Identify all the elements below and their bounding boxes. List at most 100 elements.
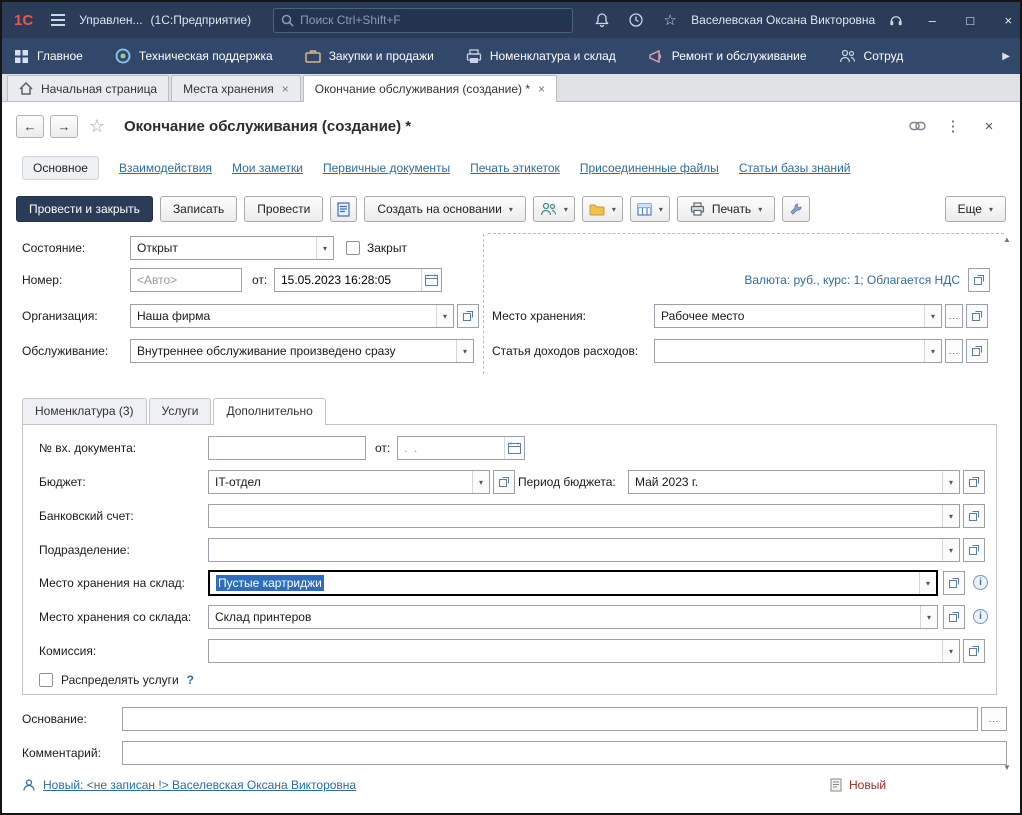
to-storage-value[interactable]: Пустые картриджи xyxy=(210,572,919,594)
closed-checkbox[interactable] xyxy=(346,241,360,255)
basis-choose-button[interactable]: ... xyxy=(981,707,1007,731)
dropdown-icon[interactable]: ▾ xyxy=(924,305,941,327)
dropdown-icon[interactable]: ▾ xyxy=(919,572,936,594)
state-field[interactable]: Открыт ▾ xyxy=(130,236,334,260)
dropdown-icon[interactable]: ▾ xyxy=(942,505,959,527)
nav-label-printing[interactable]: Печать этикеток xyxy=(470,161,560,175)
tab-storage-places[interactable]: Места хранения × xyxy=(171,75,301,101)
favorites-button[interactable]: ☆ xyxy=(657,7,683,33)
budget-period-open-button[interactable] xyxy=(963,470,985,494)
support-button[interactable] xyxy=(883,7,909,33)
storage-place-value[interactable]: Рабочее место xyxy=(655,305,924,327)
close-window-button[interactable]: × xyxy=(993,7,1022,33)
history-button[interactable] xyxy=(623,7,649,33)
service-field[interactable]: Внутреннее обслуживание произведено сраз… xyxy=(130,339,474,363)
tab-home[interactable]: Начальная страница xyxy=(7,75,169,101)
nav-main[interactable]: Основное xyxy=(22,156,99,180)
number-input[interactable] xyxy=(130,268,242,292)
write-button[interactable]: Записать xyxy=(160,196,237,222)
calendar-button[interactable] xyxy=(504,437,524,459)
help-question-link[interactable]: ? xyxy=(187,673,194,687)
dropdown-icon[interactable]: ▾ xyxy=(316,237,333,259)
dropdown-icon[interactable]: ▾ xyxy=(942,539,959,561)
organization-field[interactable]: Наша фирма ▾ xyxy=(130,304,454,328)
scroll-down-button[interactable]: ▼ xyxy=(1003,764,1011,772)
posting-report-button[interactable] xyxy=(330,196,357,222)
section-repair-service[interactable]: Ремонт и обслуживание xyxy=(648,49,807,64)
scroll-up-button[interactable]: ▲ xyxy=(1003,236,1011,244)
info-icon[interactable]: i xyxy=(973,575,988,590)
notifications-button[interactable] xyxy=(589,7,615,33)
income-item-open-button[interactable] xyxy=(966,339,988,363)
section-main[interactable]: Главное xyxy=(14,49,83,64)
section-nomenclature-warehouse[interactable]: Номенклатура и склад xyxy=(466,49,616,64)
dropdown-icon[interactable]: ▾ xyxy=(920,606,937,628)
incoming-date-field[interactable] xyxy=(397,436,525,460)
nav-my-notes[interactable]: Мои заметки xyxy=(232,161,303,175)
current-user-name[interactable]: Васелевская Оксана Викторовна xyxy=(691,13,875,27)
from-storage-field[interactable]: Склад принтеров ▾ xyxy=(208,605,938,629)
organization-open-button[interactable] xyxy=(457,304,479,328)
state-value[interactable]: Открыт xyxy=(131,237,316,259)
dropdown-icon[interactable]: ▾ xyxy=(472,471,489,493)
incoming-doc-input[interactable] xyxy=(208,436,366,460)
to-storage-open-button[interactable] xyxy=(943,571,965,595)
forward-button[interactable]: → xyxy=(50,115,78,138)
budget-period-value[interactable]: Май 2023 г. xyxy=(629,471,942,493)
division-open-button[interactable] xyxy=(963,538,985,562)
income-item-value[interactable] xyxy=(655,340,924,362)
commission-field[interactable]: ▾ xyxy=(208,639,960,663)
close-form-button[interactable]: × xyxy=(976,114,1002,138)
more-actions-button[interactable]: Еще ▾ xyxy=(945,196,1006,222)
to-storage-field-focused[interactable]: Пустые картриджи ▾ xyxy=(208,570,938,596)
commission-value[interactable] xyxy=(209,640,942,662)
storage-place-list-button[interactable]: ... xyxy=(945,304,963,328)
info-icon[interactable]: i xyxy=(973,609,988,624)
form-menu-button[interactable]: ⋮ xyxy=(940,114,966,138)
service-value[interactable]: Внутреннее обслуживание произведено сраз… xyxy=(131,340,456,362)
division-field[interactable]: ▾ xyxy=(208,538,960,562)
bank-account-open-button[interactable] xyxy=(963,504,985,528)
create-based-on-button[interactable]: Создать на основании ▾ xyxy=(364,196,526,222)
from-storage-open-button[interactable] xyxy=(943,605,965,629)
post-and-close-button[interactable]: Провести и закрыть xyxy=(16,196,153,222)
nav-attached-files[interactable]: Присоединенные файлы xyxy=(580,161,719,175)
close-tab-icon[interactable]: × xyxy=(538,82,545,96)
currency-info-link[interactable]: Валюта: руб., курс: 1; Облагается НДС xyxy=(522,268,960,292)
budget-field[interactable]: IT-отдел ▾ xyxy=(208,470,490,494)
post-button[interactable]: Провести xyxy=(244,196,323,222)
global-search[interactable] xyxy=(273,8,573,33)
budget-value[interactable]: IT-отдел xyxy=(209,471,472,493)
comment-input[interactable] xyxy=(122,741,1007,765)
budget-period-field[interactable]: Май 2023 г. ▾ xyxy=(628,470,960,494)
storage-place-field[interactable]: Рабочее место ▾ xyxy=(654,304,942,328)
storage-place-open-button[interactable] xyxy=(966,304,988,328)
section-purchases-sales[interactable]: Закупки и продажи xyxy=(305,49,434,64)
search-input[interactable] xyxy=(300,13,565,27)
reports-table-menu-button[interactable]: ▾ xyxy=(630,196,670,222)
dropdown-icon[interactable]: ▾ xyxy=(942,471,959,493)
distribute-services-checkbox[interactable] xyxy=(39,673,53,687)
section-staff[interactable]: Сотруд xyxy=(839,49,904,63)
commission-open-button[interactable] xyxy=(963,639,985,663)
budget-open-button[interactable] xyxy=(493,470,515,494)
close-tab-icon[interactable]: × xyxy=(282,82,289,96)
change-form-button[interactable] xyxy=(782,196,810,222)
dropdown-icon[interactable]: ▾ xyxy=(456,340,473,362)
tab-service-completion[interactable]: Окончание обслуживания (создание) * × xyxy=(303,75,557,102)
document-date-input[interactable] xyxy=(275,269,421,291)
income-item-field[interactable]: ▾ xyxy=(654,339,942,363)
print-button[interactable]: Печать ▾ xyxy=(677,196,775,222)
income-item-list-button[interactable]: ... xyxy=(945,339,963,363)
nav-interactions[interactable]: Взаимодействия xyxy=(119,161,212,175)
dropdown-icon[interactable]: ▾ xyxy=(942,640,959,662)
contacts-menu-button[interactable]: ▾ xyxy=(533,196,575,222)
tab-services[interactable]: Услуги xyxy=(149,398,212,424)
bank-account-field[interactable]: ▾ xyxy=(208,504,960,528)
basis-input[interactable] xyxy=(122,707,978,731)
minimize-button[interactable]: – xyxy=(917,7,947,33)
main-menu-button[interactable] xyxy=(45,7,71,33)
attachments-menu-button[interactable]: ▾ xyxy=(582,196,623,222)
get-link-button[interactable] xyxy=(904,114,930,138)
back-button[interactable]: ← xyxy=(16,115,44,138)
